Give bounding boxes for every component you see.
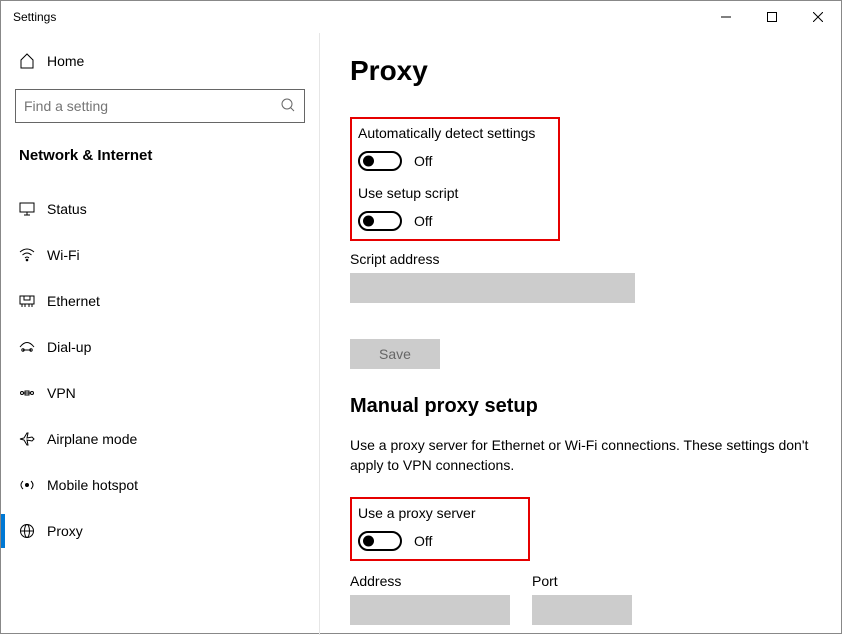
script-address-label: Script address	[350, 251, 811, 267]
vpn-icon	[19, 386, 47, 400]
auto-detect-state: Off	[414, 153, 432, 169]
dialup-icon	[19, 340, 47, 354]
address-label: Address	[350, 573, 510, 589]
ethernet-icon	[19, 294, 47, 308]
sidebar: Home Network & Internet Status Wi-Fi	[1, 33, 319, 635]
sidebar-item-label: VPN	[47, 385, 76, 401]
title-bar: Settings	[1, 1, 841, 33]
airplane-icon	[19, 431, 47, 447]
sidebar-item-airplane[interactable]: Airplane mode	[1, 416, 319, 462]
nav-list: Status Wi-Fi Ethernet Dial-up	[1, 186, 319, 554]
sidebar-item-hotspot[interactable]: Mobile hotspot	[1, 462, 319, 508]
sidebar-item-label: Status	[47, 201, 87, 217]
hotspot-icon	[19, 477, 47, 493]
window-title: Settings	[13, 10, 56, 24]
address-input[interactable]	[350, 595, 510, 625]
page-title: Proxy	[350, 55, 811, 87]
close-button[interactable]	[795, 1, 841, 33]
port-label: Port	[532, 573, 632, 589]
home-icon	[19, 53, 47, 69]
sidebar-item-proxy[interactable]: Proxy	[1, 508, 319, 554]
manual-section-description: Use a proxy server for Ethernet or Wi-Fi…	[350, 436, 811, 475]
sidebar-item-label: Mobile hotspot	[47, 477, 138, 493]
setup-script-state: Off	[414, 213, 432, 229]
category-header: Network & Internet	[1, 123, 319, 174]
sidebar-item-label: Airplane mode	[47, 431, 137, 447]
minimize-button[interactable]	[703, 1, 749, 33]
sidebar-item-label: Ethernet	[47, 293, 100, 309]
use-proxy-state: Off	[414, 533, 432, 549]
save-button[interactable]: Save	[350, 339, 440, 369]
sidebar-item-wifi[interactable]: Wi-Fi	[1, 232, 319, 278]
sidebar-item-dialup[interactable]: Dial-up	[1, 324, 319, 370]
wifi-icon	[19, 248, 47, 262]
sidebar-item-vpn[interactable]: VPN	[1, 370, 319, 416]
port-input[interactable]	[532, 595, 632, 625]
maximize-button[interactable]	[749, 1, 795, 33]
sidebar-item-label: Wi-Fi	[47, 247, 80, 263]
sidebar-item-label: Proxy	[47, 523, 83, 539]
home-label: Home	[47, 53, 84, 69]
sidebar-item-status[interactable]: Status	[1, 186, 319, 232]
search-icon	[280, 97, 296, 116]
content-pane: Proxy Automatically detect settings Off …	[320, 33, 841, 635]
highlight-manual-section: Use a proxy server Off	[350, 497, 530, 561]
search-input[interactable]	[24, 98, 280, 114]
use-proxy-label: Use a proxy server	[358, 505, 518, 521]
status-icon	[19, 202, 47, 216]
sidebar-item-ethernet[interactable]: Ethernet	[1, 278, 319, 324]
search-box[interactable]	[15, 89, 305, 123]
use-proxy-toggle[interactable]	[358, 531, 402, 551]
setup-script-label: Use setup script	[358, 185, 548, 201]
home-nav-item[interactable]: Home	[1, 43, 319, 79]
highlight-auto-section: Automatically detect settings Off Use se…	[350, 117, 560, 241]
auto-detect-toggle[interactable]	[358, 151, 402, 171]
proxy-icon	[19, 523, 47, 539]
setup-script-toggle[interactable]	[358, 211, 402, 231]
script-address-input[interactable]	[350, 273, 635, 303]
manual-section-heading: Manual proxy setup	[350, 395, 811, 418]
sidebar-item-label: Dial-up	[47, 339, 91, 355]
auto-detect-label: Automatically detect settings	[358, 125, 548, 141]
